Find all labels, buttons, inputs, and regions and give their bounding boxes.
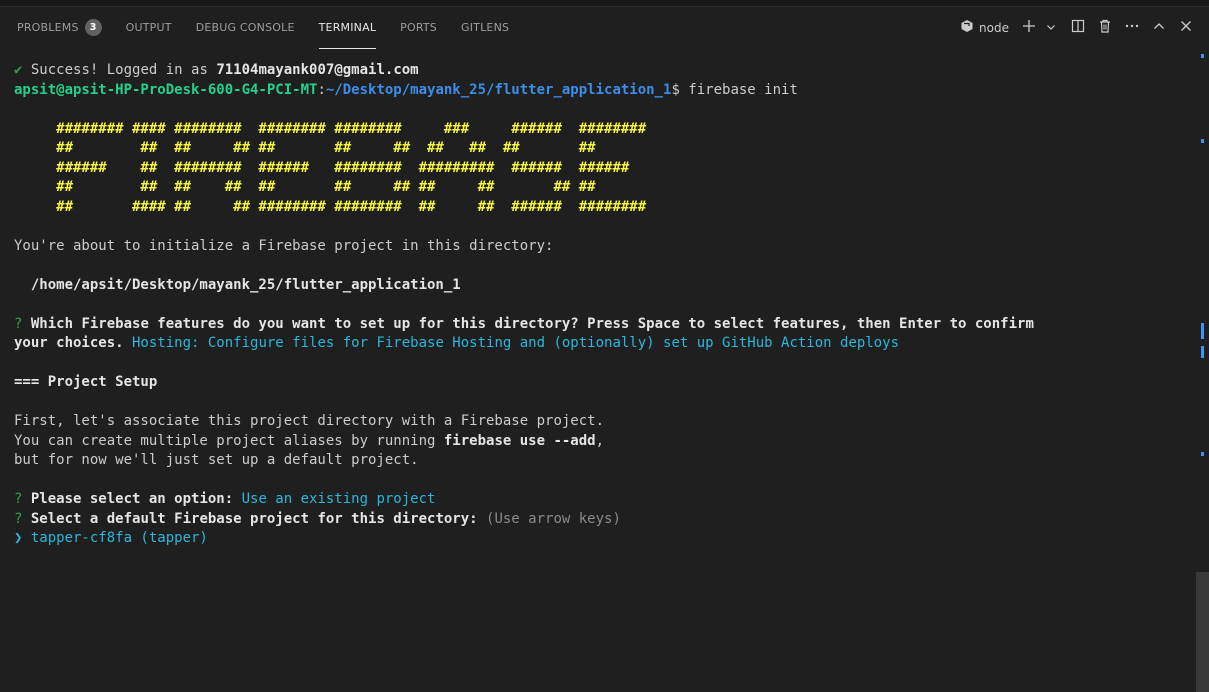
firebase-use-command: firebase use --add [443, 432, 596, 449]
option-question-line: ? Please select an option: Use an existi… [14, 490, 1196, 510]
firebase-ascii-art-line: ######## #### ######## ######## ########… [14, 120, 647, 137]
more-actions-button[interactable] [1121, 17, 1143, 39]
features-question: Which Firebase features do you want to s… [22, 315, 1034, 332]
overview-ruler-marker [1201, 54, 1204, 58]
firebase-ascii-art-line: ###### ## ######## ###### ######## #####… [14, 159, 630, 176]
prompt-path: ~/Desktop/mayank_25/flutter_application_… [325, 81, 672, 98]
setup-paragraph-line: but for now we'll just set up a default … [14, 452, 419, 468]
kill-terminal-button[interactable] [1094, 17, 1116, 39]
more-actions-icon [1124, 18, 1140, 38]
project-directory: /home/apsit/Desktop/mayank_25/flutter_ap… [14, 276, 461, 293]
firebase-ascii-art-line: ## ## ## ## ## ## ## ## ## ## ## [14, 140, 596, 156]
tab-debug-console-label: DEBUG CONSOLE [195, 21, 295, 34]
tab-terminal[interactable]: TERMINAL [318, 6, 377, 49]
tab-output-label: OUTPUT [125, 21, 172, 34]
maximize-panel-icon [1152, 18, 1166, 37]
chevron-down-icon [1045, 18, 1057, 37]
terminal-selector[interactable]: node [960, 17, 1013, 39]
problems-count-badge: 3 [84, 19, 102, 36]
features-question-line: ? Which Firebase features do you want to… [14, 315, 1196, 335]
prompt-separator: : [317, 81, 326, 98]
overview-ruler-marker [1201, 139, 1204, 143]
tab-gitlens-label: GITLENS [461, 21, 510, 34]
arrow-keys-hint: (Use arrow keys) [477, 510, 621, 527]
tab-debug-console[interactable]: DEBUG CONSOLE [196, 6, 295, 49]
tab-ports[interactable]: PORTS [400, 6, 437, 49]
login-text: Success! Logged in as [22, 62, 217, 78]
node-icon [960, 18, 974, 37]
trash-icon [1097, 18, 1113, 38]
close-panel-button[interactable] [1175, 17, 1197, 39]
project-setup-heading: === Project Setup [14, 374, 158, 390]
tab-ports-label: PORTS [400, 21, 437, 34]
features-answer: Hosting: Configure files for Firebase Ho… [123, 335, 900, 351]
overview-ruler-marker [1201, 323, 1204, 339]
panel-tab-bar: PROBLEMS 3 OUTPUT DEBUG CONSOLE TERMINAL… [0, 6, 1209, 49]
tab-problems-label: PROBLEMS [17, 21, 79, 34]
default-project-question-line: ? Select a default Firebase project for … [14, 510, 1196, 530]
features-answer-line: your choices. Hosting: Configure files f… [14, 334, 1196, 354]
option-question: Please select an option: [22, 491, 234, 507]
split-terminal-icon [1070, 18, 1086, 38]
firebase-ascii-art-line: ## #### ## ## ######## ######## ## ## ##… [14, 198, 647, 215]
add-terminal-button[interactable] [1018, 17, 1040, 39]
scrollbar-thumb[interactable] [1196, 572, 1209, 692]
tab-gitlens[interactable]: GITLENS [461, 6, 509, 49]
tab-terminal-label: TERMINAL [318, 20, 377, 34]
comma: , [595, 432, 605, 449]
option-answer: Use an existing project [233, 491, 436, 507]
terminal-output[interactable]: ✔ Success! Logged in as 71104mayank007@g… [0, 49, 1196, 643]
maximize-panel-button[interactable] [1148, 17, 1170, 39]
overview-ruler-marker [1201, 452, 1204, 456]
project-choice-option[interactable]: ❯ tapper-cf8fa (tapper) [14, 529, 1196, 549]
init-message: You're about to initialize a Firebase pr… [14, 237, 554, 254]
split-terminal-button[interactable] [1067, 17, 1089, 39]
panel-tabs: PROBLEMS 3 OUTPUT DEBUG CONSOLE TERMINAL… [0, 6, 533, 49]
setup-paragraph-line: You can create multiple project aliases … [14, 432, 1196, 452]
add-terminal-icon [1021, 18, 1037, 38]
terminal-name: node [979, 20, 1009, 35]
tab-problems[interactable]: PROBLEMS 3 [17, 6, 102, 49]
login-success-line: ✔ Success! Logged in as 71104mayank007@g… [14, 61, 1196, 81]
login-email: 71104mayank007@gmail.com [216, 62, 419, 78]
setup-paragraph-line: First, let's associate this project dire… [14, 413, 605, 429]
features-question-cont: your choices. [14, 335, 124, 351]
firebase-ascii-art-line: ## ## ## ## ## ## ## ## ## ## ## [14, 179, 596, 195]
aliases-text: You can create multiple project aliases … [14, 432, 444, 449]
prompt-command: $ firebase init [671, 81, 798, 98]
default-project-question: Select a default Firebase project for th… [22, 510, 478, 527]
terminal-dropdown-button[interactable] [1040, 17, 1062, 39]
tab-output[interactable]: OUTPUT [126, 6, 172, 49]
close-icon [1179, 18, 1193, 37]
overview-ruler-marker [1201, 346, 1204, 358]
prompt-user: apsit@apsit-HP-ProDesk-600-G4-PCI-MT [14, 81, 318, 98]
terminal-toolbar: node [955, 6, 1197, 49]
prompt-line: apsit@apsit-HP-ProDesk-600-G4-PCI-MT:~/D… [14, 81, 1196, 101]
